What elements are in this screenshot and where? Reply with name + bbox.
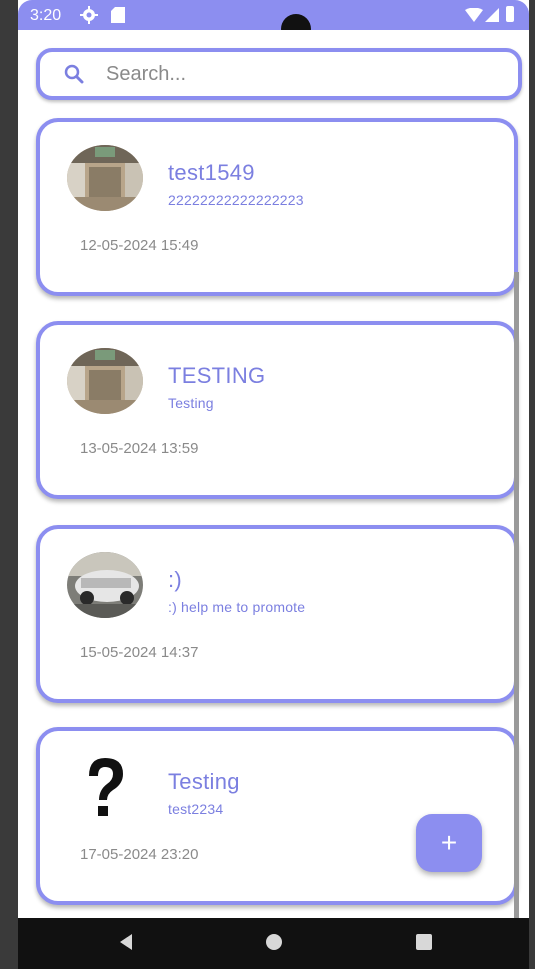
gear-icon	[80, 6, 98, 29]
home-icon[interactable]	[266, 934, 282, 950]
post-title: test1549	[168, 160, 255, 185]
recents-icon[interactable]	[416, 934, 432, 950]
wifi-icon	[465, 7, 483, 27]
signal-icon	[485, 8, 499, 27]
back-icon[interactable]	[118, 934, 134, 955]
system-nav-bar	[18, 918, 529, 969]
post-list-screen: test1549 22222222222222223 12-05-2024 15…	[18, 30, 529, 918]
avatar	[67, 348, 143, 414]
avatar	[67, 552, 143, 618]
post-card[interactable]: test1549 22222222222222223 12-05-2024 15…	[36, 118, 518, 296]
phone-screen: 3:20 Search... test1549 2222222222222222…	[0, 0, 535, 969]
scrollbar[interactable]	[514, 272, 519, 920]
post-title: :)	[168, 567, 183, 592]
post-title: Testing	[168, 769, 240, 794]
post-date: 15-05-2024 14:37	[80, 644, 199, 661]
battery-icon	[506, 6, 514, 22]
search-icon	[64, 64, 84, 89]
post-date: 13-05-2024 13:59	[80, 440, 199, 457]
search-bar[interactable]	[36, 48, 522, 100]
post-subtitle: :) help me to promote	[168, 599, 306, 615]
post-subtitle: test2234	[168, 801, 224, 817]
status-bar: 3:20	[18, 0, 529, 44]
device-bezel-right	[529, 0, 535, 969]
post-date: 12-05-2024 15:49	[80, 237, 199, 254]
post-subtitle: 22222222222222223	[168, 192, 304, 208]
add-post-button[interactable]: +	[416, 814, 482, 872]
post-card[interactable]: :) :) help me to promote 15-05-2024 14:3…	[36, 525, 518, 703]
device-bezel-left	[0, 0, 18, 969]
status-time: 3:20	[30, 7, 62, 24]
post-title: TESTING	[168, 363, 266, 388]
post-date: 17-05-2024 23:20	[80, 846, 199, 863]
post-card[interactable]: TESTING Testing 13-05-2024 13:59	[36, 321, 518, 499]
post-subtitle: Testing	[168, 395, 214, 411]
question-mark-icon	[67, 754, 143, 820]
avatar	[67, 145, 143, 211]
sd-card-icon	[111, 7, 125, 28]
search-input[interactable]	[104, 58, 488, 90]
